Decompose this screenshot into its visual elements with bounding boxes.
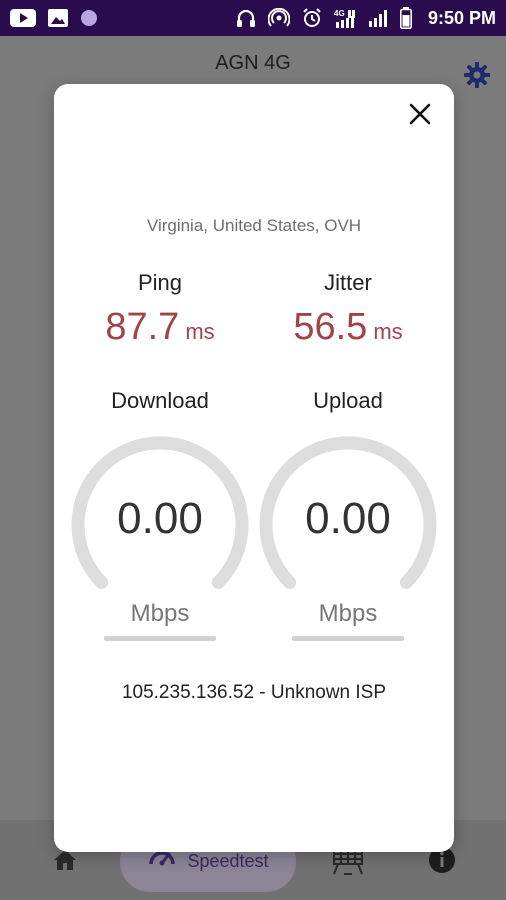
jitter-number: 56.5 — [293, 306, 368, 348]
upload-unit: Mbps — [318, 600, 378, 627]
status-left-icons — [10, 9, 98, 27]
download-unit: Mbps — [130, 600, 190, 627]
ping-number: 87.7 — [105, 306, 180, 348]
upload-label: Upload — [313, 388, 383, 413]
jitter-unit: ms — [373, 319, 403, 344]
4g-signal-icon: 4G — [334, 8, 356, 28]
svg-text:4G: 4G — [334, 9, 345, 18]
status-right-icons: 4G 9:50 PM — [236, 7, 496, 29]
app-title: AGN 4G — [215, 52, 291, 74]
home-icon[interactable] — [52, 848, 78, 877]
alarm-icon — [302, 8, 322, 28]
youtube-icon — [10, 9, 36, 27]
ping-value: 87.7 ms — [60, 306, 260, 349]
jitter-label: Jitter — [324, 270, 372, 295]
nav-speedtest-label: Speedtest — [187, 850, 269, 871]
download-value: 0.00 — [117, 494, 203, 543]
headphones-icon — [236, 9, 256, 27]
gear-icon[interactable] — [464, 62, 490, 93]
isp-info: 105.235.136.52 - Unknown ISP — [121, 682, 387, 703]
hotspot-icon — [267, 8, 290, 28]
gallery-icon — [48, 9, 68, 27]
close-icon[interactable] — [406, 100, 434, 128]
status-bar: 4G 9:50 PM — [0, 0, 506, 36]
signal-icon — [368, 9, 388, 27]
server-location: Virginia, United States, OVH — [146, 216, 362, 235]
speedtest-result-dialog: Virginia, United States, OVH Ping 87.7 ms… — [54, 84, 454, 852]
circle-icon — [80, 9, 98, 27]
ping-unit: ms — [185, 319, 215, 344]
ping-label: Ping — [137, 270, 183, 295]
download-label: Download — [111, 388, 209, 413]
upload-gauge: 0.00 Mbps — [258, 434, 438, 627]
upload-underline — [292, 636, 404, 641]
status-time: 9:50 PM — [427, 7, 496, 28]
upload-value: 0.00 — [305, 494, 391, 543]
download-gauge: 0.00 Mbps — [70, 434, 250, 627]
battery-icon — [399, 7, 412, 29]
download-underline — [104, 636, 216, 641]
jitter-value: 56.5 ms — [248, 306, 448, 349]
